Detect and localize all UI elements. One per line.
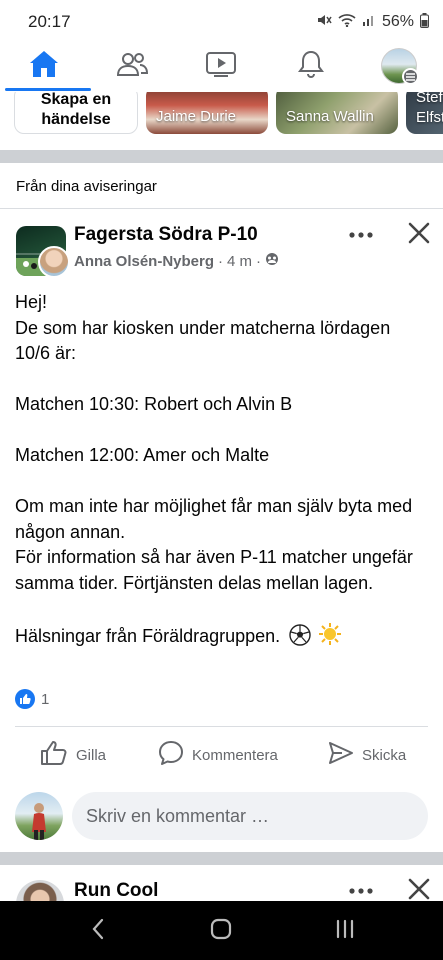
create-event-label-line2: händelse — [41, 111, 111, 128]
status-time: 20:17 — [28, 12, 71, 31]
battery-icon — [420, 12, 429, 32]
menu-icon — [402, 68, 419, 85]
story-card[interactable]: Stefan Elfstr — [406, 92, 443, 134]
section-divider — [0, 852, 443, 865]
mute-icon — [316, 12, 332, 32]
back-chevron-icon — [91, 918, 105, 945]
comment-placeholder: Skriv en kommentar … — [86, 805, 270, 826]
post-actions: Gilla Kommentera Skicka — [0, 732, 443, 778]
story-card[interactable]: Jaime Durie — [146, 92, 268, 134]
watch-icon — [205, 50, 237, 83]
home-icon — [28, 49, 60, 84]
nav-watch-tab[interactable] — [193, 44, 249, 88]
post-text-line: De som har kiosken under matcherna lörda… — [15, 317, 391, 364]
top-nav-bar — [0, 40, 443, 92]
more-dots-icon — [349, 225, 373, 243]
sun-emoji-icon — [318, 622, 342, 654]
post-options-button[interactable] — [346, 224, 376, 244]
story-card[interactable]: Sanna Wallin — [276, 92, 398, 134]
next-post-name[interactable]: Run Cool — [74, 880, 158, 902]
nav-notifications-tab[interactable] — [283, 44, 339, 88]
notifications-section-label: Från dina aviseringar — [16, 178, 157, 195]
stories-strip[interactable]: Skapa en händelse Jaime Durie Sanna Wall… — [0, 92, 443, 142]
create-event-button[interactable]: Skapa en händelse — [14, 92, 138, 134]
like-button[interactable]: Gilla — [40, 740, 106, 770]
comment-input[interactable]: Skriv en kommentar … — [72, 792, 428, 840]
audience-group-icon — [265, 252, 279, 270]
group-name-link[interactable]: Fagersta Södra P-10 — [74, 224, 258, 246]
system-icons: 56% — [316, 12, 429, 32]
divider — [0, 208, 443, 209]
nav-home-tab[interactable] — [16, 44, 72, 88]
soccer-ball-emoji-icon — [289, 623, 311, 654]
post-meta: Anna Olsén-Nyberg · 4 m · — [74, 252, 279, 270]
like-reaction-icon — [15, 689, 35, 709]
thumbs-up-icon — [40, 740, 68, 770]
send-button[interactable]: Skicka — [328, 740, 406, 770]
close-icon — [408, 222, 430, 249]
friends-icon — [115, 50, 149, 83]
post-text-line: Matchen 12:00: Amer och Malte — [15, 445, 270, 465]
author-name-link[interactable]: Anna Olsén-Nyberg — [74, 253, 214, 270]
story-name: Jaime Durie — [156, 108, 237, 125]
next-post-options-button[interactable] — [346, 880, 376, 900]
system-recents-button[interactable] — [330, 919, 360, 943]
divider — [15, 726, 428, 727]
home-square-icon — [210, 918, 232, 945]
more-dots-icon — [349, 881, 373, 899]
current-user-avatar[interactable] — [15, 792, 63, 840]
send-icon — [328, 740, 354, 770]
meta-separator: · — [218, 252, 224, 270]
recents-lines-icon — [334, 919, 356, 944]
nav-friends-tab[interactable] — [104, 44, 160, 88]
signal-icon — [362, 13, 376, 31]
create-event-label-line1: Skapa en — [40, 92, 112, 108]
post-text-line: Om man inte har möjlighet får man själv … — [15, 496, 413, 542]
post-text-line: Hej! — [15, 292, 48, 312]
send-label: Skicka — [362, 746, 407, 764]
post-text-line: För information så har även P-11 matcher… — [15, 547, 413, 593]
post-text-closing: Hälsningar från Föräldragruppen. — [15, 622, 430, 654]
status-bar: 20:17 56% — [0, 0, 443, 40]
battery-percent: 56% — [381, 13, 414, 30]
post-time[interactable]: 4 m — [227, 253, 252, 270]
nav-menu-tab[interactable] — [371, 44, 427, 88]
post-body: Hej! De som har kiosken under matcherna … — [15, 290, 430, 653]
post-text-line: Matchen 10:30: Robert och Alvin B — [15, 394, 293, 414]
system-home-button[interactable] — [206, 918, 236, 945]
section-divider — [0, 150, 443, 163]
story-name: Stefan Elfstr — [416, 92, 443, 126]
system-navigation-bar — [0, 901, 443, 960]
post-text-line: Hälsningar från Föräldragruppen. — [15, 625, 281, 646]
active-tab-indicator — [5, 88, 91, 91]
comment-label: Kommentera — [192, 746, 278, 764]
profile-menu-avatar — [381, 48, 419, 85]
like-label: Gilla — [76, 746, 107, 764]
author-avatar[interactable] — [38, 246, 70, 278]
comment-button[interactable]: Kommentera — [158, 740, 278, 770]
hide-post-button[interactable] — [404, 220, 434, 250]
reaction-count: 1 — [41, 690, 50, 708]
comment-bubble-icon — [158, 740, 184, 770]
wifi-icon — [338, 13, 356, 31]
notifications-bell-icon — [297, 49, 325, 84]
reactions-summary[interactable]: 1 — [15, 689, 49, 709]
meta-separator: · — [256, 252, 262, 270]
story-name: Sanna Wallin — [286, 108, 374, 125]
system-back-button[interactable] — [86, 918, 110, 945]
